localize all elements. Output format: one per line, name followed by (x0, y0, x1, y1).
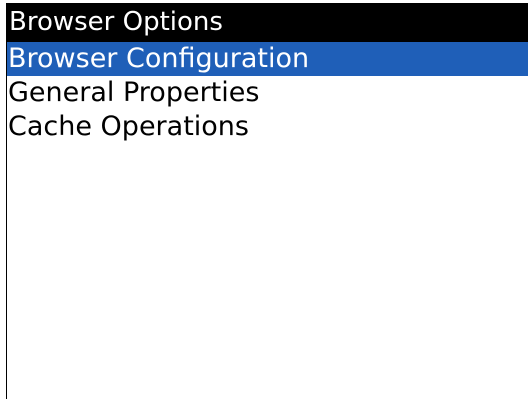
options-menu: Browser Configuration General Properties… (7, 42, 528, 144)
browser-options-screen: Browser Options Browser Configuration Ge… (6, 3, 528, 399)
menu-item-general-properties[interactable]: General Properties (7, 76, 528, 110)
screen-title: Browser Options (7, 3, 528, 42)
menu-item-browser-configuration[interactable]: Browser Configuration (7, 42, 528, 76)
menu-item-cache-operations[interactable]: Cache Operations (7, 110, 528, 144)
